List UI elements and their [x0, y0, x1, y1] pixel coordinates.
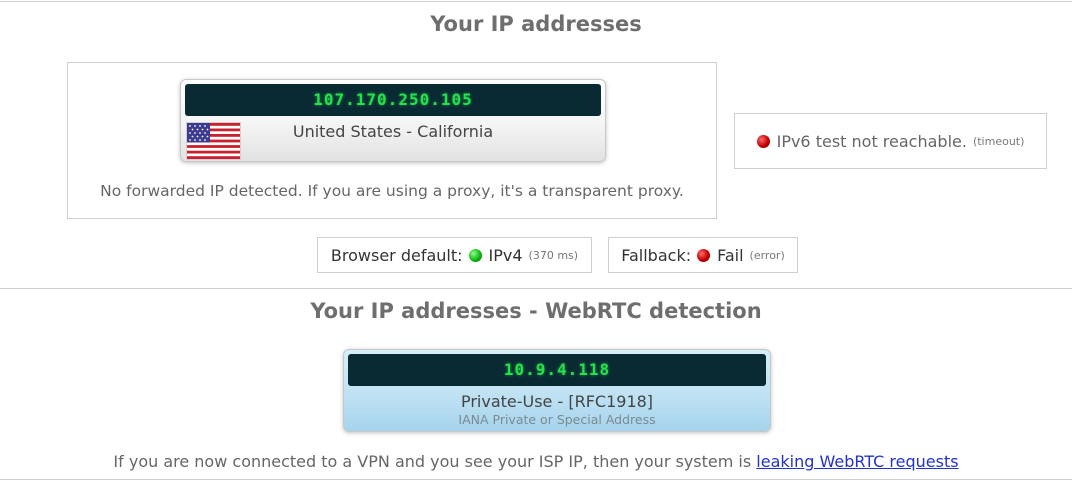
fallback-value: Fail [717, 245, 744, 265]
location-text: United States - California [292, 122, 494, 141]
browser-default-label: Browser default: [330, 245, 463, 265]
ip-card: 107.170.250.105 United States - Californ… [180, 79, 606, 162]
ipv6-status-text: IPv6 test not reachable. [776, 131, 967, 151]
ip-section-title: Your IP addresses [430, 12, 642, 36]
ipv6-status-box: IPv6 test not reachable. (timeout) [734, 113, 1047, 169]
vpn-note: If you are now connected to a VPN and yo… [0, 452, 1072, 471]
fallback-label: Fallback: [621, 245, 692, 265]
ipv6-status-detail: (timeout) [972, 134, 1025, 148]
ip-address-display: 107.170.250.105 [185, 84, 601, 116]
status-green-dot-icon [468, 248, 482, 262]
browser-default-detail: (370 ms) [528, 248, 579, 262]
browser-default-value: IPv4 [488, 245, 523, 265]
webrtc-section-title: Your IP addresses - WebRTC detection [310, 299, 762, 323]
leaking-webrtc-link[interactable]: leaking WebRTC requests [756, 452, 958, 471]
top-divider [0, 1, 1072, 2]
ip-info-box: 107.170.250.105 United States - Californ… [67, 62, 717, 219]
vpn-note-text: If you are now connected to a VPN and yo… [113, 452, 752, 471]
webrtc-ip-type: Private-Use - [RFC1918] [460, 392, 654, 411]
bottom-divider [0, 479, 1072, 480]
section-divider [0, 288, 1072, 289]
status-red-dot-icon [697, 248, 711, 262]
fallback-box: Fallback: Fail (error) [608, 237, 798, 273]
browser-default-box: Browser default: IPv4 (370 ms) [317, 237, 592, 273]
webrtc-ip-subtitle: IANA Private or Special Address [458, 412, 656, 427]
status-red-dot-icon [756, 134, 770, 148]
webrtc-ip-display: 10.9.4.118 [348, 354, 766, 386]
proxy-note: No forwarded IP detected. If you are usi… [100, 182, 684, 200]
webrtc-ip-card: 10.9.4.118 Private-Use - [RFC1918] IANA … [343, 349, 771, 432]
fallback-detail: (error) [749, 248, 785, 262]
